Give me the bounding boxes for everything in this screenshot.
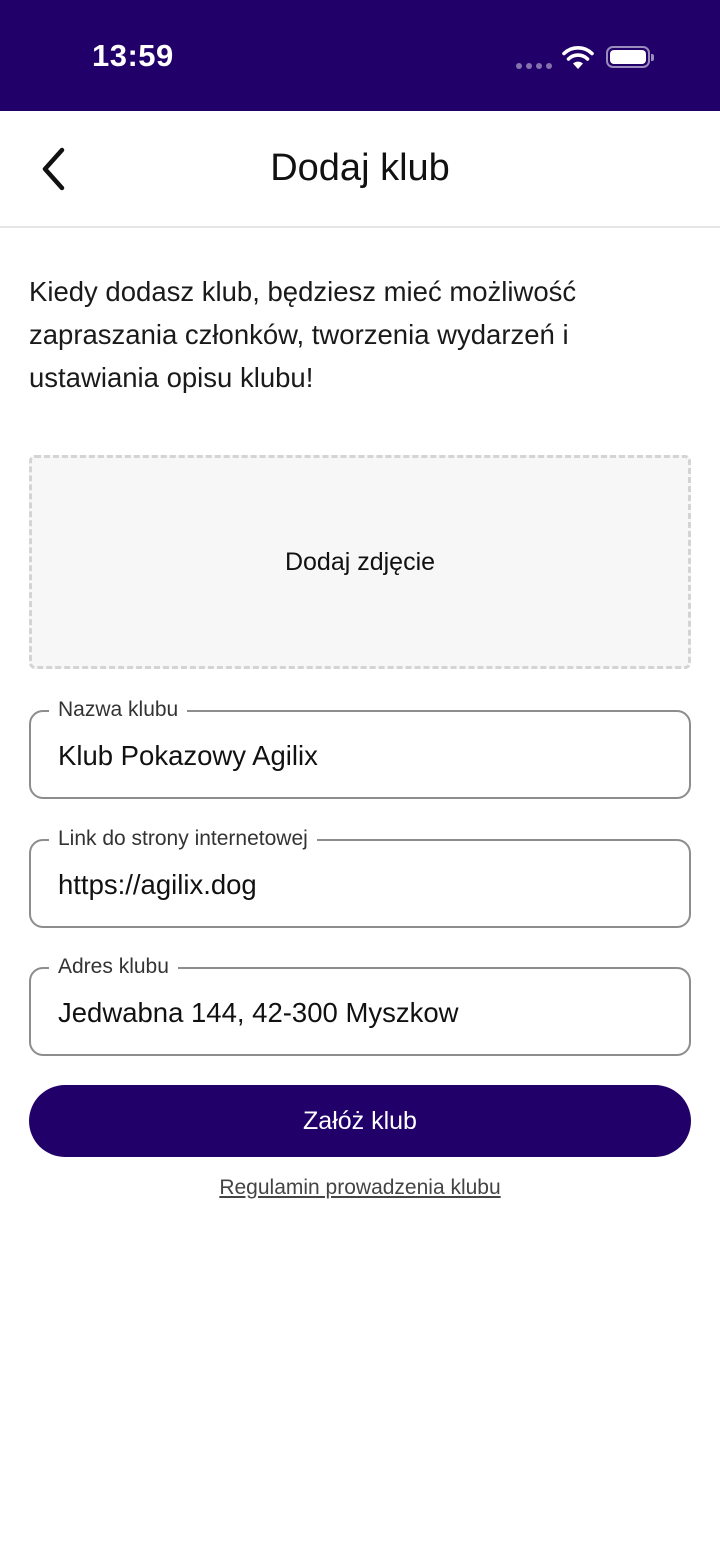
club-terms-link[interactable]: Regulamin prowadzenia klubu bbox=[0, 1176, 720, 1200]
page-title: Dodaj klub bbox=[270, 147, 450, 189]
create-club-button[interactable]: Załóż klub bbox=[29, 1085, 691, 1157]
intro-text: Kiedy dodasz klub, będziesz mieć możliwo… bbox=[29, 276, 577, 393]
address-label: Adres klubu bbox=[49, 955, 178, 979]
add-photo-label: Dodaj zdjęcie bbox=[284, 547, 436, 576]
address-input[interactable] bbox=[58, 995, 669, 1031]
status-time: 13:59 bbox=[92, 38, 174, 73]
add-photo-area[interactable]: Dodaj zdjęcie bbox=[29, 455, 691, 669]
website-label: Link do strony internetowej bbox=[49, 827, 317, 851]
address-field: Adres klubu bbox=[29, 955, 691, 1056]
wifi-icon bbox=[562, 46, 594, 69]
navigation-bar: Dodaj klub bbox=[0, 111, 720, 228]
website-input[interactable] bbox=[58, 867, 669, 903]
status-bar: 13:59 bbox=[0, 0, 720, 111]
club-name-label: Nazwa klubu bbox=[49, 698, 188, 722]
club-name-field: Nazwa klubu bbox=[29, 698, 691, 799]
website-field: Link do strony internetowej bbox=[29, 827, 691, 928]
battery-icon bbox=[606, 46, 654, 68]
signal-icon bbox=[516, 63, 552, 69]
club-name-input[interactable] bbox=[58, 738, 669, 774]
